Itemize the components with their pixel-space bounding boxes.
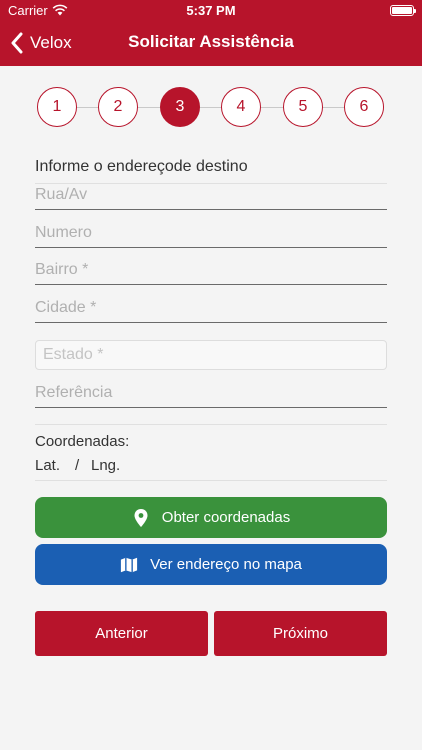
get-coordinates-label: Obter coordenadas (161, 509, 291, 526)
state-input[interactable] (36, 341, 386, 369)
map-icon (121, 557, 138, 572)
neighborhood-field (35, 255, 387, 285)
chevron-left-icon (11, 32, 23, 54)
next-button[interactable]: Próximo (214, 611, 387, 656)
previous-button[interactable]: Anterior (35, 611, 208, 656)
street-field (35, 180, 387, 210)
back-button[interactable]: Velox (10, 30, 72, 56)
step-2[interactable]: 2 (98, 87, 138, 127)
step-1[interactable]: 1 (37, 87, 77, 127)
number-input[interactable] (35, 219, 387, 247)
lat-label: Lat. (35, 457, 61, 474)
lng-label: Lng. (91, 457, 121, 474)
step-3-active[interactable]: 3 (160, 87, 200, 127)
step-5[interactable]: 5 (283, 87, 323, 127)
neighborhood-input[interactable] (35, 256, 387, 284)
reference-field (35, 378, 387, 408)
battery-icon (390, 5, 416, 16)
get-coordinates-button[interactable]: Obter coordenadas (35, 497, 387, 538)
coordinates-label: Coordenadas: (35, 433, 130, 450)
city-field (35, 293, 387, 323)
divider (35, 480, 387, 481)
street-input[interactable] (35, 181, 387, 209)
city-input[interactable] (35, 294, 387, 322)
app-header: Carrier 5:37 PM Velox Solicitar Assistên… (0, 0, 422, 66)
view-map-button[interactable]: Ver endereço no mapa (35, 544, 387, 585)
step-6[interactable]: 6 (344, 87, 384, 127)
location-pin-icon (134, 508, 148, 527)
coord-separator: / (75, 457, 80, 474)
back-label: Velox (30, 33, 72, 52)
view-map-label: Ver endereço no mapa (150, 556, 302, 573)
status-time: 5:37 PM (186, 3, 236, 18)
number-field (35, 218, 387, 248)
status-bar: Carrier 5:37 PM (0, 0, 422, 22)
reference-input[interactable] (35, 379, 387, 407)
step-4[interactable]: 4 (221, 87, 261, 127)
divider (35, 424, 387, 425)
step-indicator: 1 2 3 4 5 6 (37, 87, 385, 127)
coordinates-row: Lat. / Lng. (35, 457, 120, 474)
state-field (35, 340, 387, 370)
section-title: Informe o endereçode destino (35, 158, 248, 175)
